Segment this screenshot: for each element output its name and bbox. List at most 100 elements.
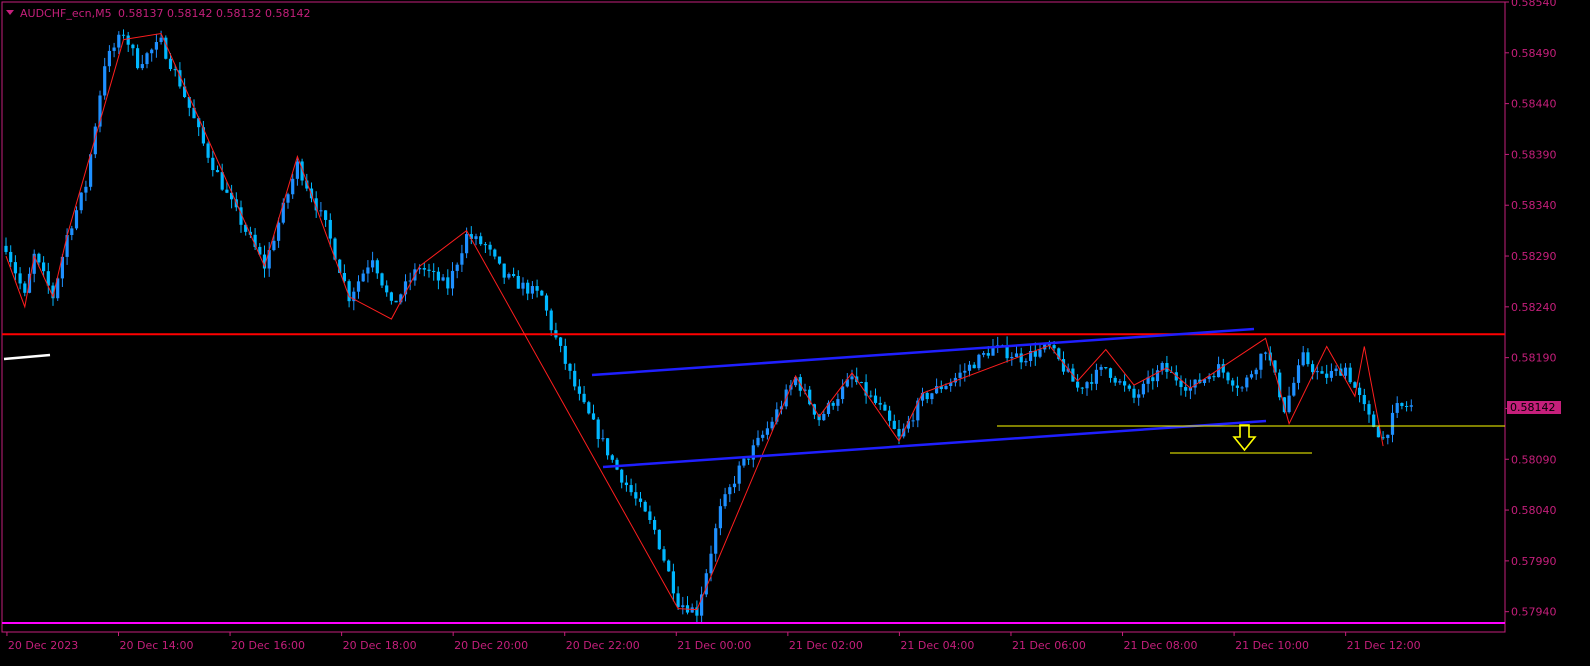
candle-body <box>723 494 727 507</box>
candle-body <box>925 392 929 400</box>
candle-body <box>850 376 854 380</box>
candle-body <box>1104 367 1108 369</box>
candle-body <box>291 178 295 195</box>
candle-body <box>117 34 121 48</box>
candle-body <box>620 469 624 483</box>
candle-body <box>319 210 323 212</box>
candle-body <box>1076 381 1080 388</box>
candle-body <box>286 194 290 203</box>
candle-body <box>1151 377 1155 382</box>
price-axis: 0.58540 0.58490 0.58440 0.58390 0.58340 0.582… <box>1505 0 1557 619</box>
candle-body <box>1353 382 1357 388</box>
candle-body <box>1038 349 1042 357</box>
candle-body <box>460 253 464 265</box>
candle-body <box>74 210 79 229</box>
candle-body <box>441 277 445 281</box>
candle-body <box>601 438 605 440</box>
price-tick-label: 0.57990 <box>1511 555 1557 568</box>
candle-body <box>65 235 69 257</box>
candle-body <box>1010 356 1014 359</box>
candle-body <box>638 498 643 502</box>
candle-body <box>347 281 351 302</box>
chart-header: AUDCHF_ecn,M5 0.58137 0.58142 0.58132 0.… <box>6 7 310 20</box>
candle-body <box>371 260 375 268</box>
candle-body <box>1113 377 1117 383</box>
candle-body <box>1132 388 1136 398</box>
current-price-label: 0.58142 <box>1510 401 1556 414</box>
candle-body <box>42 262 46 272</box>
price-chart[interactable]: 0.58540 0.58490 0.58440 0.58390 0.58340 0.582… <box>0 0 1590 666</box>
candle-body <box>982 353 986 355</box>
price-tick-label: 0.58540 <box>1511 0 1557 9</box>
candle-body <box>742 458 746 466</box>
candle-body <box>1235 385 1239 388</box>
candle-body <box>84 186 88 193</box>
candle-body <box>1306 352 1310 365</box>
candle-body <box>728 487 732 495</box>
candle-body <box>831 402 835 406</box>
time-tick-label: 20 Dec 14:00 <box>119 639 193 652</box>
candle-body <box>747 458 751 460</box>
candle-body <box>836 399 840 406</box>
candle-body <box>1287 395 1291 413</box>
candle-body <box>272 240 276 251</box>
candle-body <box>873 395 878 403</box>
candle-body <box>1127 385 1131 389</box>
candle-body <box>474 236 478 239</box>
time-tick-label: 21 Dec 10:00 <box>1235 639 1309 652</box>
plot-area[interactable] <box>1 1 1506 633</box>
candle-body <box>1296 365 1301 383</box>
price-tick-label: 0.58390 <box>1511 148 1557 161</box>
candle-body <box>366 267 370 274</box>
candle-body <box>479 236 483 245</box>
trading-chart-window[interactable]: 0.58540 0.58490 0.58440 0.58390 0.58340 0.582… <box>0 0 1590 666</box>
candle-body <box>4 245 8 252</box>
candle-body <box>690 607 694 613</box>
candle-body <box>1085 382 1089 389</box>
candle-body <box>446 277 450 289</box>
candle-body <box>1137 394 1141 398</box>
candle-body <box>427 269 431 271</box>
candle-body <box>1080 387 1084 389</box>
time-tick-label: 21 Dec 06:00 <box>1012 639 1086 652</box>
candle-body <box>361 273 365 282</box>
candle-body <box>1118 381 1122 383</box>
candle-body <box>676 593 680 608</box>
candle-body <box>436 271 440 281</box>
candle-body <box>944 386 948 390</box>
candle-body <box>648 511 652 521</box>
candle-body <box>1390 412 1395 435</box>
candle-body <box>563 345 567 364</box>
candle-body <box>1024 360 1028 363</box>
candle-body <box>516 275 520 289</box>
candle-body <box>432 270 436 272</box>
candle-body <box>911 420 915 422</box>
candle-body <box>277 222 281 241</box>
candle-body <box>930 393 934 400</box>
candle-body <box>1231 380 1235 386</box>
time-tick-label: 20 Dec 22:00 <box>566 639 640 652</box>
current-price-tag: 0.58142 <box>1507 401 1561 414</box>
candle-body <box>657 529 661 550</box>
time-tick-label: 20 Dec 18:00 <box>343 639 417 652</box>
candle-body <box>756 437 760 446</box>
candle-body <box>1094 369 1098 384</box>
candle-body <box>1264 352 1268 354</box>
candle-body <box>681 605 685 608</box>
candle-body <box>1240 387 1244 389</box>
candle-body <box>1325 373 1329 378</box>
candle-body <box>1123 381 1127 386</box>
candle-body <box>662 549 666 561</box>
candle-body <box>295 161 299 179</box>
candle-body <box>671 571 675 594</box>
candle-body <box>888 410 892 421</box>
candle-body <box>1014 353 1019 357</box>
candle-body <box>869 395 873 397</box>
candle-body <box>1292 382 1296 396</box>
candle-body <box>1212 376 1216 378</box>
candle-body <box>958 372 962 378</box>
time-tick-label: 20 Dec 2023 <box>8 639 78 652</box>
candle-body <box>1367 404 1371 415</box>
candle-body <box>624 482 628 486</box>
time-tick-label: 21 Dec 04:00 <box>900 639 974 652</box>
